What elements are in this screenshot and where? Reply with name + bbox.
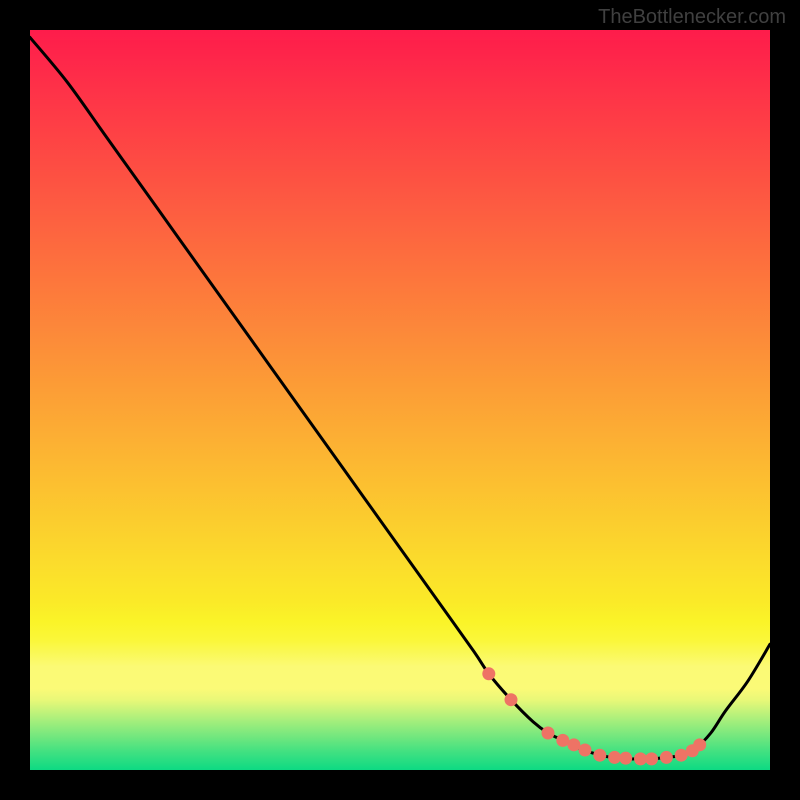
curve-marker xyxy=(619,752,632,765)
curve-marker xyxy=(608,751,621,764)
curve-marker xyxy=(482,667,495,680)
curve-marker xyxy=(645,752,658,765)
attribution-label: TheBottlenecker.com xyxy=(598,6,786,29)
curve-marker xyxy=(556,734,569,747)
curve-marker xyxy=(542,727,555,740)
curve-marker xyxy=(567,738,580,751)
chart-svg xyxy=(30,30,770,770)
curve-marker xyxy=(660,751,673,764)
plot-area xyxy=(30,30,770,770)
chart-frame: TheBottlenecker.com xyxy=(0,0,800,800)
gradient-background xyxy=(30,30,770,770)
curve-marker xyxy=(579,744,592,757)
curve-marker xyxy=(693,738,706,751)
curve-marker xyxy=(593,749,606,762)
curve-marker xyxy=(634,752,647,765)
curve-marker xyxy=(505,693,518,706)
curve-marker xyxy=(675,749,688,762)
